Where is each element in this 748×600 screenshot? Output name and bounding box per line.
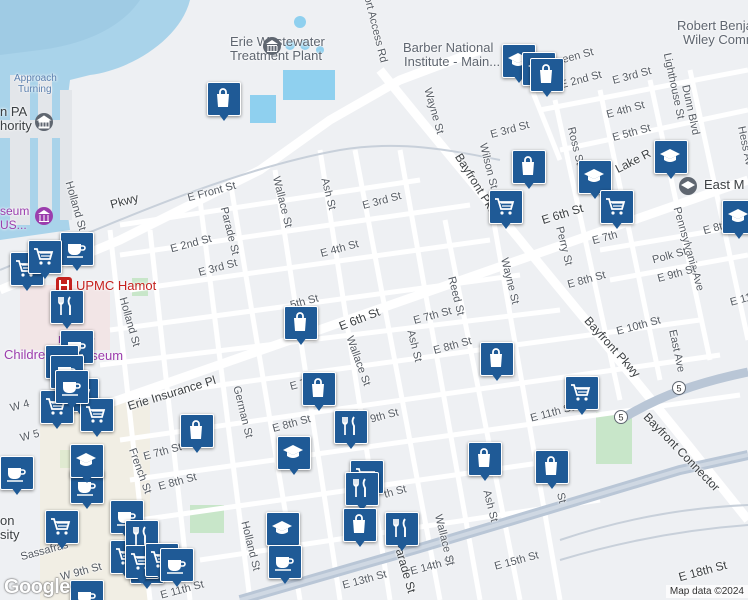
shopping-marker[interactable]	[535, 450, 569, 490]
shopping-cart-icon	[51, 518, 71, 535]
grocery-marker[interactable]	[28, 240, 62, 280]
grocery-marker[interactable]	[565, 376, 599, 416]
shopping-bag-icon	[478, 448, 490, 467]
approach-turning-label-2: Turning	[18, 84, 52, 95]
government-icon	[35, 113, 53, 131]
cafe-marker[interactable]	[60, 232, 94, 272]
google-logo: Google	[4, 576, 70, 598]
shopping-bag-icon	[545, 456, 557, 475]
fork-knife-icon	[393, 518, 406, 537]
barber-institute-label: Barber National	[403, 40, 494, 55]
port-authority-label-2: hority	[0, 118, 32, 133]
school-marker[interactable]	[722, 200, 748, 240]
shopping-marker[interactable]	[207, 82, 241, 122]
graduation-cap-icon	[76, 453, 96, 466]
fork-knife-icon	[342, 416, 355, 435]
shopping-bag-icon	[312, 378, 324, 397]
museum-label: seum	[0, 204, 30, 218]
fork-knife-icon	[353, 478, 366, 497]
school-marker[interactable]	[654, 140, 688, 180]
map-attribution: Map data ©2024	[665, 585, 748, 598]
school-marker[interactable]	[70, 444, 104, 484]
museum-label-2: US...	[0, 218, 27, 232]
coffee-cup-icon	[167, 560, 186, 574]
government-icon	[263, 37, 281, 55]
coffee-cup-icon	[67, 244, 86, 258]
cafe-marker[interactable]	[0, 456, 34, 496]
shopping-bag-icon	[294, 312, 306, 331]
restaurant-marker[interactable]	[345, 472, 379, 512]
cafe-marker[interactable]	[70, 580, 104, 600]
grocery-marker[interactable]	[45, 510, 79, 550]
approach-turning-label: Approach	[14, 73, 57, 84]
shopping-bag-icon	[490, 348, 502, 367]
shopping-cart-icon	[571, 384, 591, 401]
graduation-cap-icon	[728, 209, 748, 222]
shopping-marker[interactable]	[180, 414, 214, 454]
grocery-marker[interactable]	[489, 190, 523, 230]
shopping-cart-icon	[495, 198, 515, 215]
robert-benjamin-label: Robert Benja	[677, 18, 748, 33]
shopping-marker[interactable]	[343, 508, 377, 548]
cafe-marker[interactable]	[55, 370, 89, 410]
shopping-bag-icon	[190, 420, 202, 439]
cafe-marker[interactable]	[160, 548, 194, 588]
shopping-bag-icon	[522, 156, 534, 175]
shopping-marker[interactable]	[284, 306, 318, 346]
coffee-cup-icon	[62, 382, 81, 396]
shopping-marker[interactable]	[302, 372, 336, 412]
shopping-marker[interactable]	[480, 342, 514, 382]
shopping-bag-icon	[540, 64, 552, 83]
shopping-cart-icon	[606, 198, 626, 215]
restaurant-marker[interactable]	[385, 512, 419, 552]
restaurant-marker[interactable]	[50, 290, 84, 330]
sity-label: sity	[0, 527, 20, 542]
svg-text:5: 5	[618, 413, 623, 423]
shopping-marker[interactable]	[468, 442, 502, 482]
graduation-cap-icon	[272, 521, 292, 534]
museum-icon	[35, 207, 53, 225]
wiley-community-label: Wiley Commu	[683, 32, 748, 47]
map-canvas[interactable]: Erie Wastewater Treatment Plant Barber N…	[0, 0, 748, 600]
cafe-marker[interactable]	[268, 545, 302, 585]
shopping-marker[interactable]	[530, 58, 564, 98]
graduation-cap-icon	[584, 169, 604, 182]
shopping-bag-icon	[353, 514, 365, 533]
coffee-cup-icon	[78, 592, 96, 600]
grocery-marker[interactable]	[600, 190, 634, 230]
graduation-cap-icon	[660, 149, 680, 162]
on-label: on	[0, 513, 15, 528]
shopping-marker[interactable]	[512, 150, 546, 190]
restaurant-marker[interactable]	[334, 410, 368, 450]
port-authority-label: n PA	[0, 104, 28, 119]
svg-text:5: 5	[676, 384, 681, 394]
fork-knife-icon	[58, 296, 71, 315]
route-5-shield: 5	[672, 381, 686, 395]
route-5-shield: 5	[614, 410, 628, 424]
barber-institute-label-2: Institute - Main...	[404, 54, 501, 69]
coffee-cup-icon	[7, 468, 26, 482]
east-m-label: East M	[704, 177, 745, 192]
school-marker[interactable]	[277, 436, 311, 476]
shopping-cart-icon	[34, 248, 54, 265]
coffee-cup-icon	[275, 557, 294, 571]
upmc-hamot-label: UPMC Hamot	[76, 278, 157, 293]
shopping-bag-icon	[217, 88, 229, 107]
graduation-cap-icon	[283, 445, 303, 458]
